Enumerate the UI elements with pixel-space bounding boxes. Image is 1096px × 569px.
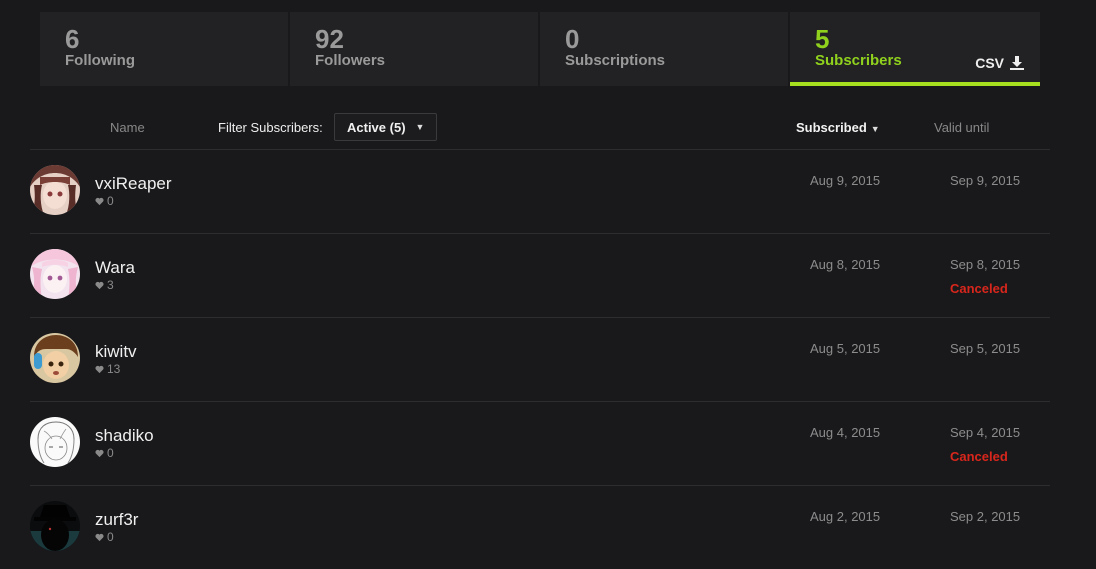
csv-label: CSV xyxy=(975,55,1004,71)
avatar[interactable] xyxy=(30,165,80,215)
sort-desc-icon: ▼ xyxy=(870,124,880,134)
avatar[interactable] xyxy=(30,417,80,467)
filter-dropdown[interactable]: Active (5) ▼ xyxy=(334,113,438,141)
column-subscribed-sort[interactable]: Subscribed ▼ xyxy=(796,120,880,135)
caret-down-icon: ▼ xyxy=(415,122,425,132)
subscriber-list: vxiReaper 0 Aug 9, 2015 Sep 9, 2015 Wara… xyxy=(30,150,1050,569)
following-label: Following xyxy=(65,52,135,69)
followers-label: Followers xyxy=(315,52,386,69)
subscribed-date: Aug 8, 2015 xyxy=(810,257,881,272)
status-badge: Canceled xyxy=(950,281,1008,296)
subscribed-date: Aug 5, 2015 xyxy=(810,341,881,356)
tab-following[interactable]: 6 Following xyxy=(40,12,288,86)
likes-value: 3 xyxy=(107,278,114,292)
table-row: shadiko 0 Aug 4, 2015 Sep 4, 2015 Cancel… xyxy=(30,402,1050,486)
avatar[interactable] xyxy=(30,249,80,299)
subscribers-count: 5 xyxy=(815,24,830,54)
username[interactable]: shadiko xyxy=(95,426,154,446)
table-row: Wara 3 Aug 8, 2015 Sep 8, 2015 Canceled xyxy=(30,234,1050,318)
valid-until-date: Sep 2, 2015 xyxy=(950,509,1021,524)
heart-icon xyxy=(95,365,104,373)
tab-subscribers[interactable]: 5 Subscribers CSV xyxy=(790,12,1040,86)
heart-icon xyxy=(95,533,104,541)
username[interactable]: zurf3r xyxy=(95,510,138,530)
column-valid-until[interactable]: Valid until xyxy=(934,120,989,135)
username[interactable]: Wara xyxy=(95,258,135,278)
likes-count: 0 xyxy=(95,194,114,208)
filter-value: Active (5) xyxy=(347,119,406,135)
tab-followers[interactable]: 92 Followers xyxy=(290,12,538,86)
table-row: zurf3r 0 Aug 2, 2015 Sep 2, 2015 xyxy=(30,486,1050,569)
subscribed-date: Aug 9, 2015 xyxy=(810,173,881,188)
likes-value: 0 xyxy=(107,530,114,544)
likes-count: 13 xyxy=(95,362,120,376)
heart-icon xyxy=(95,449,104,457)
status-badge: Canceled xyxy=(950,449,1008,464)
table-header: Name Filter Subscribers: Active (5) ▼ Su… xyxy=(30,106,1050,150)
column-name: Name xyxy=(110,120,145,135)
likes-count: 3 xyxy=(95,278,114,292)
following-count: 6 xyxy=(65,24,80,54)
stats-tabs: 6 Following 92 Followers 0 Subscriptions… xyxy=(40,12,1040,86)
subscribed-date: Aug 4, 2015 xyxy=(810,425,881,440)
download-icon xyxy=(1010,56,1024,70)
likes-value: 13 xyxy=(107,362,121,376)
avatar[interactable] xyxy=(30,333,80,383)
likes-value: 0 xyxy=(107,194,114,208)
subscriptions-count: 0 xyxy=(565,24,580,54)
filter-label: Filter Subscribers: xyxy=(218,120,323,135)
valid-until-date: Sep 4, 2015 xyxy=(950,425,1021,440)
likes-count: 0 xyxy=(95,446,114,460)
valid-until-date: Sep 9, 2015 xyxy=(950,173,1021,188)
table-row: vxiReaper 0 Aug 9, 2015 Sep 9, 2015 xyxy=(30,150,1050,234)
valid-until-date: Sep 8, 2015 xyxy=(950,257,1021,272)
tab-subscriptions[interactable]: 0 Subscriptions xyxy=(540,12,788,86)
subscribed-date: Aug 2, 2015 xyxy=(810,509,881,524)
avatar[interactable] xyxy=(30,501,80,551)
valid-until-date: Sep 5, 2015 xyxy=(950,341,1021,356)
likes-value: 0 xyxy=(107,446,114,460)
username[interactable]: vxiReaper xyxy=(95,174,172,194)
csv-download-button[interactable]: CSV xyxy=(975,55,1024,71)
table-row: kiwitv 13 Aug 5, 2015 Sep 5, 2015 xyxy=(30,318,1050,402)
subscriptions-label: Subscriptions xyxy=(565,52,666,69)
likes-count: 0 xyxy=(95,530,114,544)
followers-count: 92 xyxy=(315,24,344,54)
column-subscribed-label: Subscribed xyxy=(796,120,867,135)
heart-icon xyxy=(95,281,104,289)
username[interactable]: kiwitv xyxy=(95,342,137,362)
heart-icon xyxy=(95,197,104,205)
